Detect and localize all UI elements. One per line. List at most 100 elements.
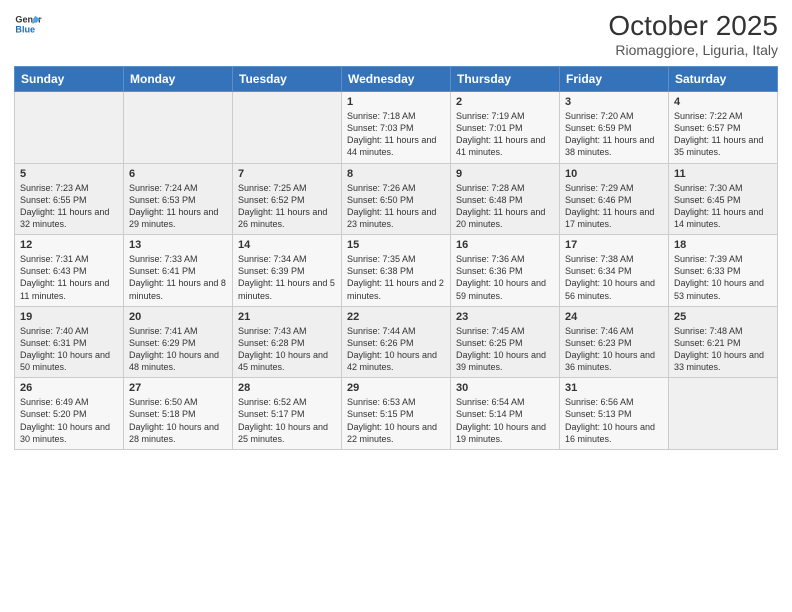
day-number: 31 [565,382,663,394]
calendar-cell: 12 Sunrise: 7:31 AM Sunset: 6:43 PM Dayli… [15,235,124,307]
day-number: 15 [347,239,445,251]
cell-info: Sunrise: 7:19 AM Sunset: 7:01 PM Dayligh… [456,110,554,159]
calendar-table: SundayMondayTuesdayWednesdayThursdayFrid… [14,66,778,450]
day-number: 9 [456,168,554,180]
calendar-cell: 10 Sunrise: 7:29 AM Sunset: 6:46 PM Dayli… [560,163,669,235]
logo: General Blue [14,10,42,38]
cell-info: Sunrise: 7:30 AM Sunset: 6:45 PM Dayligh… [674,182,772,231]
cell-info: Sunrise: 6:53 AM Sunset: 5:15 PM Dayligh… [347,396,445,445]
calendar-cell: 31Sunrise: 6:56 AM Sunset: 5:13 PM Dayli… [560,378,669,450]
day-number: 5 [20,168,118,180]
svg-text:Blue: Blue [15,24,35,34]
cell-info: Sunrise: 7:33 AM Sunset: 6:41 PM Dayligh… [129,253,227,302]
day-number: 22 [347,311,445,323]
calendar-cell: 11 Sunrise: 7:30 AM Sunset: 6:45 PM Dayli… [669,163,778,235]
col-header-saturday: Saturday [669,67,778,92]
calendar-cell [669,378,778,450]
day-number: 1 [347,96,445,108]
day-number: 26 [20,382,118,394]
col-header-tuesday: Tuesday [233,67,342,92]
calendar-cell: 5 Sunrise: 7:23 AM Sunset: 6:55 PM Daylig… [15,163,124,235]
day-number: 29 [347,382,445,394]
cell-info: Sunrise: 7:48 AM Sunset: 6:21 PM Dayligh… [674,325,772,374]
cell-info: Sunrise: 7:40 AM Sunset: 6:31 PM Dayligh… [20,325,118,374]
calendar-cell: 7 Sunrise: 7:25 AM Sunset: 6:52 PM Daylig… [233,163,342,235]
cell-info: Sunrise: 7:44 AM Sunset: 6:26 PM Dayligh… [347,325,445,374]
cell-info: Sunrise: 7:34 AM Sunset: 6:39 PM Dayligh… [238,253,336,302]
day-number: 12 [20,239,118,251]
cell-info: Sunrise: 7:39 AM Sunset: 6:33 PM Dayligh… [674,253,772,302]
calendar-cell [15,92,124,164]
calendar-cell: 3 Sunrise: 7:20 AM Sunset: 6:59 PM Daylig… [560,92,669,164]
cell-info: Sunrise: 7:25 AM Sunset: 6:52 PM Dayligh… [238,182,336,231]
calendar-cell: 23Sunrise: 7:45 AM Sunset: 6:25 PM Dayli… [451,306,560,378]
col-header-monday: Monday [124,67,233,92]
cell-info: Sunrise: 6:54 AM Sunset: 5:14 PM Dayligh… [456,396,554,445]
cell-info: Sunrise: 6:52 AM Sunset: 5:17 PM Dayligh… [238,396,336,445]
calendar-cell: 6Sunrise: 7:24 AM Sunset: 6:53 PM Daylig… [124,163,233,235]
cell-info: Sunrise: 7:20 AM Sunset: 6:59 PM Dayligh… [565,110,663,159]
day-number: 20 [129,311,227,323]
calendar-week-4: 26Sunrise: 6:49 AM Sunset: 5:20 PM Dayli… [15,378,778,450]
calendar-cell: 21Sunrise: 7:43 AM Sunset: 6:28 PM Dayli… [233,306,342,378]
calendar-cell: 18 Sunrise: 7:39 AM Sunset: 6:33 PM Dayli… [669,235,778,307]
day-number: 23 [456,311,554,323]
calendar-week-1: 5 Sunrise: 7:23 AM Sunset: 6:55 PM Daylig… [15,163,778,235]
calendar-cell: 24Sunrise: 7:46 AM Sunset: 6:23 PM Dayli… [560,306,669,378]
cell-info: Sunrise: 7:38 AM Sunset: 6:34 PM Dayligh… [565,253,663,302]
day-number: 24 [565,311,663,323]
cell-info: Sunrise: 7:31 AM Sunset: 6:43 PM Dayligh… [20,253,118,302]
day-number: 17 [565,239,663,251]
calendar-week-0: 1 Sunrise: 7:18 AM Sunset: 7:03 PM Daylig… [15,92,778,164]
day-number: 21 [238,311,336,323]
cell-info: Sunrise: 7:22 AM Sunset: 6:57 PM Dayligh… [674,110,772,159]
col-header-thursday: Thursday [451,67,560,92]
calendar-cell: 17 Sunrise: 7:38 AM Sunset: 6:34 PM Dayli… [560,235,669,307]
calendar-cell: 1 Sunrise: 7:18 AM Sunset: 7:03 PM Daylig… [342,92,451,164]
calendar-cell: 20 Sunrise: 7:41 AM Sunset: 6:29 PM Dayli… [124,306,233,378]
calendar-cell: 2 Sunrise: 7:19 AM Sunset: 7:01 PM Daylig… [451,92,560,164]
day-number: 11 [674,168,772,180]
calendar-cell: 16 Sunrise: 7:36 AM Sunset: 6:36 PM Dayli… [451,235,560,307]
day-number: 8 [347,168,445,180]
cell-info: Sunrise: 7:41 AM Sunset: 6:29 PM Dayligh… [129,325,227,374]
calendar-header-row: SundayMondayTuesdayWednesdayThursdayFrid… [15,67,778,92]
col-header-sunday: Sunday [15,67,124,92]
cell-info: Sunrise: 7:18 AM Sunset: 7:03 PM Dayligh… [347,110,445,159]
day-number: 4 [674,96,772,108]
col-header-wednesday: Wednesday [342,67,451,92]
calendar-cell: 19 Sunrise: 7:40 AM Sunset: 6:31 PM Dayli… [15,306,124,378]
month-title: October 2025 [608,10,778,42]
day-number: 13 [129,239,227,251]
col-header-friday: Friday [560,67,669,92]
day-number: 19 [20,311,118,323]
day-number: 7 [238,168,336,180]
day-number: 30 [456,382,554,394]
calendar-cell: 4 Sunrise: 7:22 AM Sunset: 6:57 PM Daylig… [669,92,778,164]
cell-info: Sunrise: 7:28 AM Sunset: 6:48 PM Dayligh… [456,182,554,231]
calendar-cell: 13 Sunrise: 7:33 AM Sunset: 6:41 PM Dayli… [124,235,233,307]
calendar-cell: 9 Sunrise: 7:28 AM Sunset: 6:48 PM Daylig… [451,163,560,235]
calendar-cell: 30 Sunrise: 6:54 AM Sunset: 5:14 PM Dayli… [451,378,560,450]
cell-info: Sunrise: 7:36 AM Sunset: 6:36 PM Dayligh… [456,253,554,302]
title-block: October 2025 Riomaggiore, Liguria, Italy [608,10,778,58]
day-number: 2 [456,96,554,108]
day-number: 3 [565,96,663,108]
calendar-cell: 27Sunrise: 6:50 AM Sunset: 5:18 PM Dayli… [124,378,233,450]
cell-info: Sunrise: 7:26 AM Sunset: 6:50 PM Dayligh… [347,182,445,231]
cell-info: Sunrise: 7:35 AM Sunset: 6:38 PM Dayligh… [347,253,445,302]
location: Riomaggiore, Liguria, Italy [608,42,778,58]
calendar-week-2: 12 Sunrise: 7:31 AM Sunset: 6:43 PM Dayli… [15,235,778,307]
day-number: 18 [674,239,772,251]
calendar-cell [124,92,233,164]
calendar-cell: 29 Sunrise: 6:53 AM Sunset: 5:15 PM Dayli… [342,378,451,450]
day-number: 10 [565,168,663,180]
calendar-cell: 15 Sunrise: 7:35 AM Sunset: 6:38 PM Dayli… [342,235,451,307]
day-number: 16 [456,239,554,251]
cell-info: Sunrise: 7:24 AM Sunset: 6:53 PM Dayligh… [129,182,227,231]
cell-info: Sunrise: 7:29 AM Sunset: 6:46 PM Dayligh… [565,182,663,231]
cell-info: Sunrise: 7:23 AM Sunset: 6:55 PM Dayligh… [20,182,118,231]
calendar-cell: 8 Sunrise: 7:26 AM Sunset: 6:50 PM Daylig… [342,163,451,235]
calendar-cell: 14Sunrise: 7:34 AM Sunset: 6:39 PM Dayli… [233,235,342,307]
calendar-week-3: 19 Sunrise: 7:40 AM Sunset: 6:31 PM Dayli… [15,306,778,378]
